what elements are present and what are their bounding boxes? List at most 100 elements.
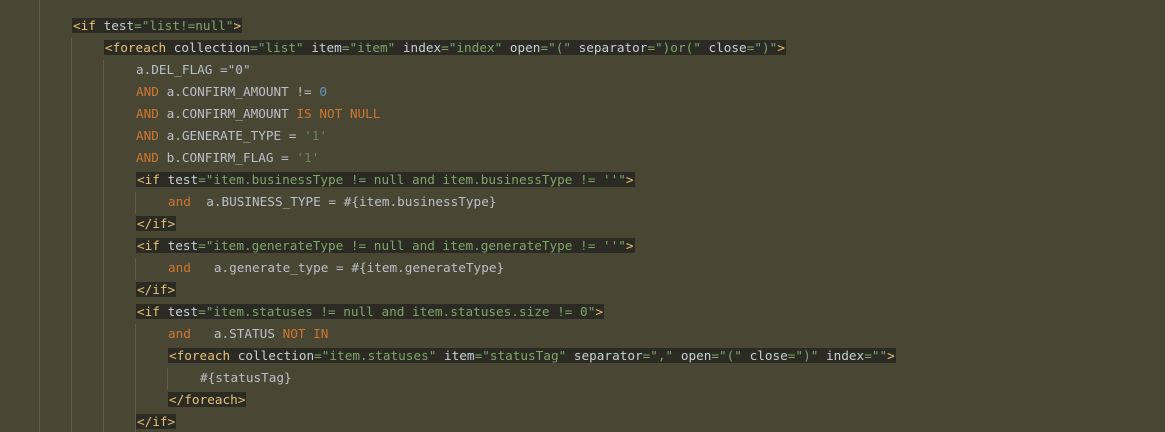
code-token: NOT IN [282, 326, 329, 341]
code-token: > [625, 238, 634, 253]
code-line[interactable]: AND a.CONFIRM_AMOUNT IS NOT NULL [136, 103, 380, 125]
code-line[interactable]: #{statusTag} [200, 367, 292, 389]
code-token: <foreach [169, 348, 238, 363]
indent-guide [71, 38, 72, 432]
sql-line: and a.generate_type = #{item.generateTyp… [168, 260, 504, 275]
code-token: #{statusTag} [200, 370, 292, 385]
code-token: </if> [137, 414, 176, 429]
code-token: ="item.statuses" [314, 348, 444, 363]
code-line[interactable]: <if test="list!=null"> [72, 15, 243, 37]
code-token: 0 [319, 84, 327, 99]
code-token: item [311, 40, 342, 55]
xml-tag-line: </foreach> [168, 392, 247, 407]
code-token: </foreach> [169, 392, 246, 407]
code-token: index [402, 40, 442, 55]
indent-guide [135, 258, 136, 280]
code-token: test [167, 172, 199, 187]
code-token: collection [173, 40, 251, 55]
sql-line: and a.STATUS NOT IN [168, 326, 328, 341]
code-token: and [168, 194, 207, 209]
code-token: ="item" [341, 40, 403, 55]
code-token: =")" [787, 348, 826, 363]
code-token: close [708, 40, 747, 55]
code-token: a.CONFIRM_AMOUNT [166, 106, 297, 121]
code-token: <if [137, 304, 168, 319]
code-token: a.GENERATE_TYPE = [166, 128, 305, 143]
sql-line: AND b.CONFIRM_FLAG = '1' [136, 150, 319, 165]
xml-tag-line: <if test="item.statuses != null and item… [136, 304, 604, 319]
code-token: > [595, 304, 603, 319]
indent-guide [39, 0, 40, 432]
code-token: AND [136, 128, 167, 143]
indent-guide [135, 192, 136, 214]
code-token: close [749, 348, 788, 363]
code-token: a.STATUS [213, 326, 283, 341]
code-line[interactable]: <if test="item.statuses != null and item… [136, 301, 604, 323]
code-token: > [777, 40, 785, 55]
code-token: ="item.generateType != null and item.gen… [198, 238, 626, 253]
code-token: open [509, 40, 541, 55]
code-line[interactable]: and a.BUSINESS_TYPE = #{item.businessTyp… [168, 191, 496, 213]
code-token: ="item.businessType != null and item.bus… [198, 172, 626, 187]
code-token: ="statusTag" [474, 348, 574, 363]
code-token: > [887, 348, 895, 363]
xml-tag-line: <if test="item.businessType != null and … [136, 172, 635, 187]
code-line[interactable]: </if> [136, 411, 177, 432]
sql-line: #{statusTag} [200, 370, 292, 385]
code-line[interactable]: AND a.GENERATE_TYPE = '1' [136, 125, 327, 147]
code-editor[interactable]: <if test="list!=null"> <foreach collectio… [0, 0, 1165, 432]
code-token: AND [136, 84, 167, 99]
xml-tag-line: </if> [136, 282, 177, 297]
code-line[interactable]: <if test="item.generateType != null and … [136, 235, 635, 257]
code-token: <if [73, 18, 104, 33]
code-token: collection [237, 348, 315, 363]
code-line[interactable]: and a.STATUS NOT IN [168, 323, 328, 345]
code-token: ="index" [441, 40, 510, 55]
code-line[interactable]: </if> [136, 279, 177, 301]
sql-line: AND a.CONFIRM_AMOUNT != 0 [136, 84, 327, 99]
code-token: test [167, 238, 199, 253]
code-token: separator [578, 40, 648, 55]
code-token: ="," [642, 348, 681, 363]
code-line[interactable]: <if test="item.businessType != null and … [136, 169, 635, 191]
code-token: a.CONFIRM_AMOUNT != [166, 84, 320, 99]
code-line[interactable]: <foreach collection="item.statuses" item… [168, 345, 896, 367]
code-token: test [167, 304, 199, 319]
indent-guide [103, 60, 104, 432]
sql-line: AND a.GENERATE_TYPE = '1' [136, 128, 327, 143]
code-token: <foreach [105, 40, 174, 55]
code-token: item [444, 348, 475, 363]
xml-tag-line: <if test="item.generateType != null and … [136, 238, 635, 253]
code-token: open [680, 348, 712, 363]
code-token: AND [136, 150, 167, 165]
code-token: </if> [137, 216, 176, 231]
code-line[interactable]: AND a.CONFIRM_AMOUNT != 0 [136, 81, 327, 103]
code-token: '1' [304, 128, 327, 143]
code-token: '1' [296, 150, 320, 165]
code-token: ="(" [711, 348, 750, 363]
code-token: a.DEL_FLAG ="0" [136, 62, 251, 77]
code-token: separator [573, 348, 643, 363]
code-token: =")or(" [647, 40, 709, 55]
code-token: > [233, 18, 242, 33]
code-token: a.BUSINESS_TYPE = #{item.businessType} [206, 194, 497, 209]
code-token: and [168, 326, 214, 341]
code-line[interactable]: </if> [136, 213, 177, 235]
code-token: a.generate_type = #{item.generateType} [213, 260, 505, 275]
code-token: IS NOT NULL [296, 106, 381, 121]
code-token: test [103, 18, 135, 33]
xml-tag-line: </if> [136, 216, 177, 231]
code-line[interactable]: </foreach> [168, 389, 247, 411]
code-token: index [826, 348, 865, 363]
code-line[interactable]: AND b.CONFIRM_FLAG = '1' [136, 147, 319, 169]
xml-tag-line: </if> [136, 414, 177, 429]
xml-tag-line: <foreach collection="list" item="item" i… [104, 40, 786, 55]
code-line[interactable]: a.DEL_FLAG ="0" [136, 59, 251, 81]
code-token: ="(" [540, 40, 579, 55]
code-token: ="list!=null" [134, 18, 234, 33]
code-line[interactable]: and a.generate_type = #{item.generateTyp… [168, 257, 504, 279]
code-token: <if [137, 172, 168, 187]
code-token: b.CONFIRM_FLAG = [166, 150, 297, 165]
code-line[interactable]: <foreach collection="list" item="item" i… [104, 37, 786, 59]
code-token: AND [136, 106, 167, 121]
